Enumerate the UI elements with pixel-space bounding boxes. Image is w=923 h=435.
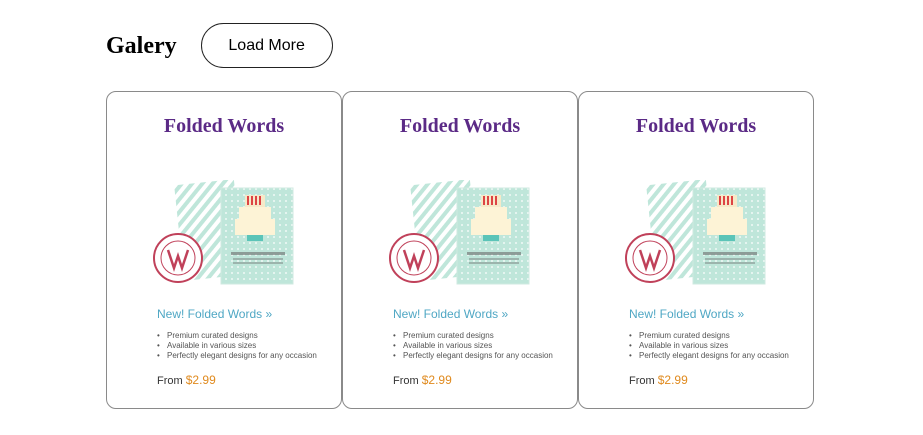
card-product-image[interactable] — [623, 180, 773, 288]
card-link[interactable]: New! Folded Words » — [629, 307, 744, 321]
list-item: Premium curated designs — [157, 331, 317, 341]
gallery-header: Galery Load More — [106, 23, 333, 68]
card-price: From $2.99 — [157, 373, 216, 387]
card-product-image[interactable] — [151, 180, 301, 288]
list-item: Available in various sizes — [157, 341, 317, 351]
card-title: Folded Words — [163, 115, 285, 137]
price-amount: $2.99 — [657, 373, 688, 387]
card-gallery: Folded Words New! Folded Words » • Premi… — [106, 91, 814, 409]
page-title: Galery — [106, 32, 177, 59]
load-more-button[interactable]: Load More — [200, 23, 333, 68]
price-prefix: From — [157, 375, 183, 387]
product-card[interactable]: Folded Words New! Folded Words » • Premi… — [342, 91, 578, 409]
product-card[interactable]: Folded Words New! Folded Words » • Premi… — [578, 91, 814, 409]
list-item: Perfectly elegant designs for any occasi… — [393, 351, 553, 361]
feature-list: Premium curated designs Available in var… — [157, 331, 317, 361]
price-prefix: From — [393, 375, 419, 387]
feature-list: Premium curated designs Available in var… — [629, 331, 789, 361]
price-amount: $2.99 — [185, 373, 216, 387]
card-title: Folded Words — [399, 115, 521, 137]
list-item: Premium curated designs — [629, 331, 789, 341]
card-product-image[interactable] — [387, 180, 537, 288]
card-price: From $2.99 — [629, 373, 688, 387]
list-item: Premium curated designs — [393, 331, 553, 341]
card-price: From $2.99 — [393, 373, 452, 387]
card-title: Folded Words — [635, 115, 757, 137]
list-item: Available in various sizes — [629, 341, 789, 351]
product-card[interactable]: Folded Words New! Folded Words » • Premi… — [106, 91, 342, 409]
price-amount: $2.99 — [421, 373, 452, 387]
card-link[interactable]: New! Folded Words » — [157, 307, 272, 321]
feature-list: Premium curated designs Available in var… — [393, 331, 553, 361]
price-prefix: From — [629, 375, 655, 387]
list-item: Perfectly elegant designs for any occasi… — [157, 351, 317, 361]
card-link[interactable]: New! Folded Words » — [393, 307, 508, 321]
list-item: Available in various sizes — [393, 341, 553, 351]
list-item: Perfectly elegant designs for any occasi… — [629, 351, 789, 361]
